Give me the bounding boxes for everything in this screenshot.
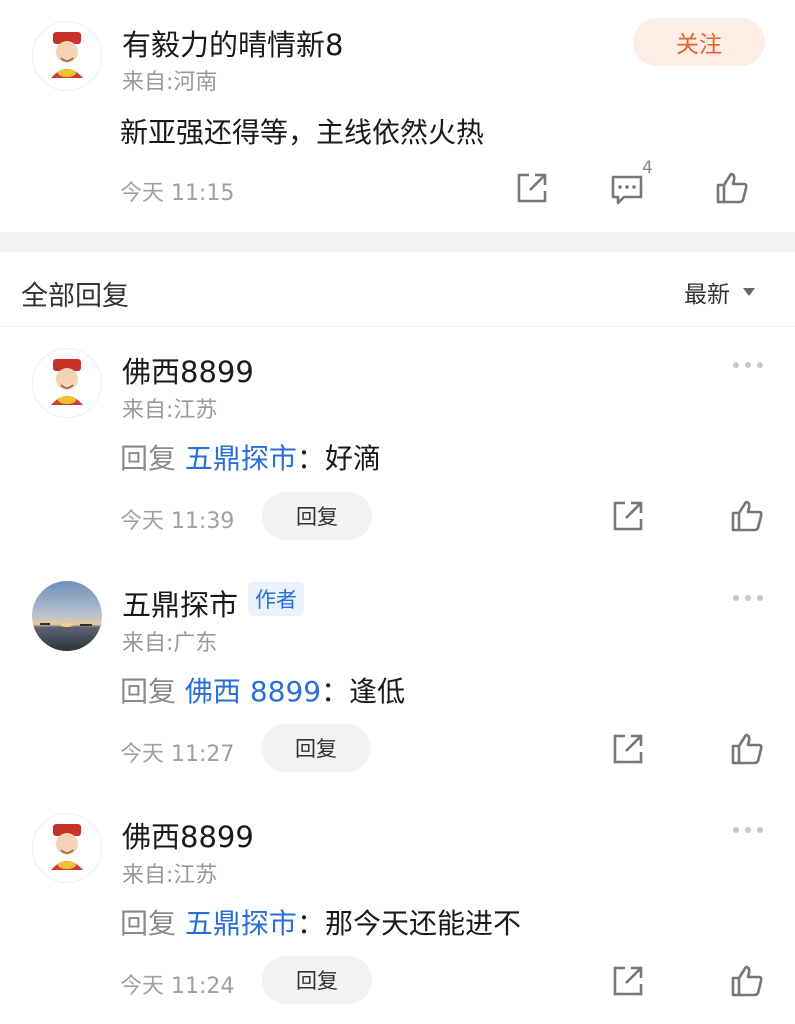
comment-icon[interactable] xyxy=(610,172,644,206)
comment-count: 4 xyxy=(642,158,653,178)
reply-content: 回复 五鼎探市：那今天还能进不 xyxy=(120,902,521,942)
reply-location: 来自:广东 xyxy=(122,631,218,656)
separator: ： xyxy=(296,442,325,475)
reply-button-label: 回复 xyxy=(296,505,338,529)
reply-time: 今天 11:27 xyxy=(120,742,235,767)
reply-button[interactable]: 回复 xyxy=(261,724,371,772)
reply-content: 回复 五鼎探市：好滴 xyxy=(120,437,381,477)
follow-label: 关注 xyxy=(676,32,722,58)
avatar[interactable] xyxy=(32,348,102,418)
mention-link[interactable]: 五鼎探市 xyxy=(185,907,297,940)
reply-button[interactable]: 回复 xyxy=(262,956,372,1004)
reply-button-label: 回复 xyxy=(295,737,337,761)
reply-prefix: 回复 xyxy=(120,907,177,940)
dropdown-caret-icon xyxy=(743,288,755,296)
replies-header: 全部回复 最新 xyxy=(0,252,795,327)
like-icon[interactable] xyxy=(730,499,764,533)
author-badge: 作者 xyxy=(248,582,304,616)
reply-prefix: 回复 xyxy=(120,675,177,708)
share-icon[interactable] xyxy=(515,171,549,205)
sort-label: 最新 xyxy=(684,282,730,308)
separator: ： xyxy=(296,907,325,940)
reply-location: 来自:江苏 xyxy=(122,398,218,423)
reply-username[interactable]: 佛西8899 xyxy=(122,349,254,391)
reply-text: 那今天还能进不 xyxy=(324,907,521,940)
post-username[interactable]: 有毅力的晴情新8 xyxy=(122,22,343,64)
post: 有毅力的晴情新8 来自:河南 关注 新亚强还得等，主线依然火热 今天 11:15… xyxy=(0,0,795,232)
like-icon[interactable] xyxy=(715,171,749,205)
reply-item: 佛西8899 来自:江苏 回复 五鼎探市：好滴 今天 11:39 回复 xyxy=(0,328,795,560)
separator: ： xyxy=(321,675,350,708)
like-icon[interactable] xyxy=(730,732,764,766)
more-icon[interactable] xyxy=(732,360,764,370)
reply-content: 回复 佛西 8899：逢低 xyxy=(120,670,405,710)
post-location: 来自:河南 xyxy=(122,70,218,95)
avatar[interactable] xyxy=(32,813,102,883)
reply-prefix: 回复 xyxy=(120,442,177,475)
reply-button[interactable]: 回复 xyxy=(262,492,372,540)
reply-time: 今天 11:24 xyxy=(120,974,235,999)
more-icon[interactable] xyxy=(732,825,764,835)
avatar[interactable] xyxy=(32,581,102,651)
replies-title: 全部回复 xyxy=(21,281,129,312)
more-icon[interactable] xyxy=(732,593,764,603)
reply-button-label: 回复 xyxy=(296,969,338,993)
share-icon[interactable] xyxy=(611,964,645,998)
reply-location: 来自:江苏 xyxy=(122,863,218,888)
mention-link[interactable]: 佛西 8899 xyxy=(185,675,321,708)
share-icon[interactable] xyxy=(611,732,645,766)
follow-button[interactable]: 关注 xyxy=(633,18,765,66)
section-divider xyxy=(0,232,795,252)
reply-item: 五鼎探市 作者 来自:广东 回复 佛西 8899：逢低 今天 11:27 回复 xyxy=(0,560,795,792)
reply-item: 佛西8899 来自:江苏 回复 五鼎探市：那今天还能进不 今天 11:24 回复 xyxy=(0,792,795,1024)
reply-time: 今天 11:39 xyxy=(120,509,235,534)
reply-text: 逢低 xyxy=(349,675,406,708)
avatar[interactable] xyxy=(32,21,102,91)
reply-username[interactable]: 五鼎探市 xyxy=(122,582,238,624)
reply-username[interactable]: 佛西8899 xyxy=(122,814,254,856)
post-content: 新亚强还得等，主线依然火热 xyxy=(120,116,485,149)
sort-selector[interactable]: 最新 xyxy=(684,276,756,308)
mention-link[interactable]: 五鼎探市 xyxy=(185,442,297,475)
reply-text: 好滴 xyxy=(324,442,381,475)
post-time: 今天 11:15 xyxy=(120,181,235,206)
share-icon[interactable] xyxy=(611,499,645,533)
like-icon[interactable] xyxy=(730,964,764,998)
